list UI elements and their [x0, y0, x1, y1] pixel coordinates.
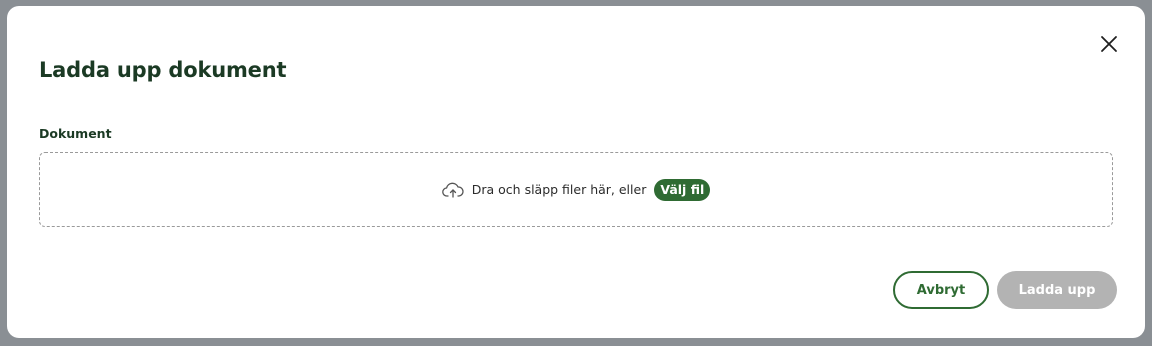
file-dropzone[interactable]: Dra och släpp filer här, eller Välj fil [39, 152, 1113, 227]
cloud-upload-icon [441, 181, 464, 199]
cancel-button[interactable]: Avbryt [893, 271, 989, 309]
close-icon [1101, 36, 1117, 52]
upload-dialog: Ladda upp dokument Dokument Dra och släp… [7, 6, 1145, 338]
close-button[interactable] [1097, 32, 1121, 56]
document-field-label: Dokument [39, 126, 112, 141]
dialog-title: Ladda upp dokument [39, 58, 287, 82]
choose-file-button[interactable]: Välj fil [654, 178, 711, 201]
dropzone-text: Dra och släpp filer här, eller [471, 182, 647, 197]
upload-button[interactable]: Ladda upp [997, 271, 1117, 309]
